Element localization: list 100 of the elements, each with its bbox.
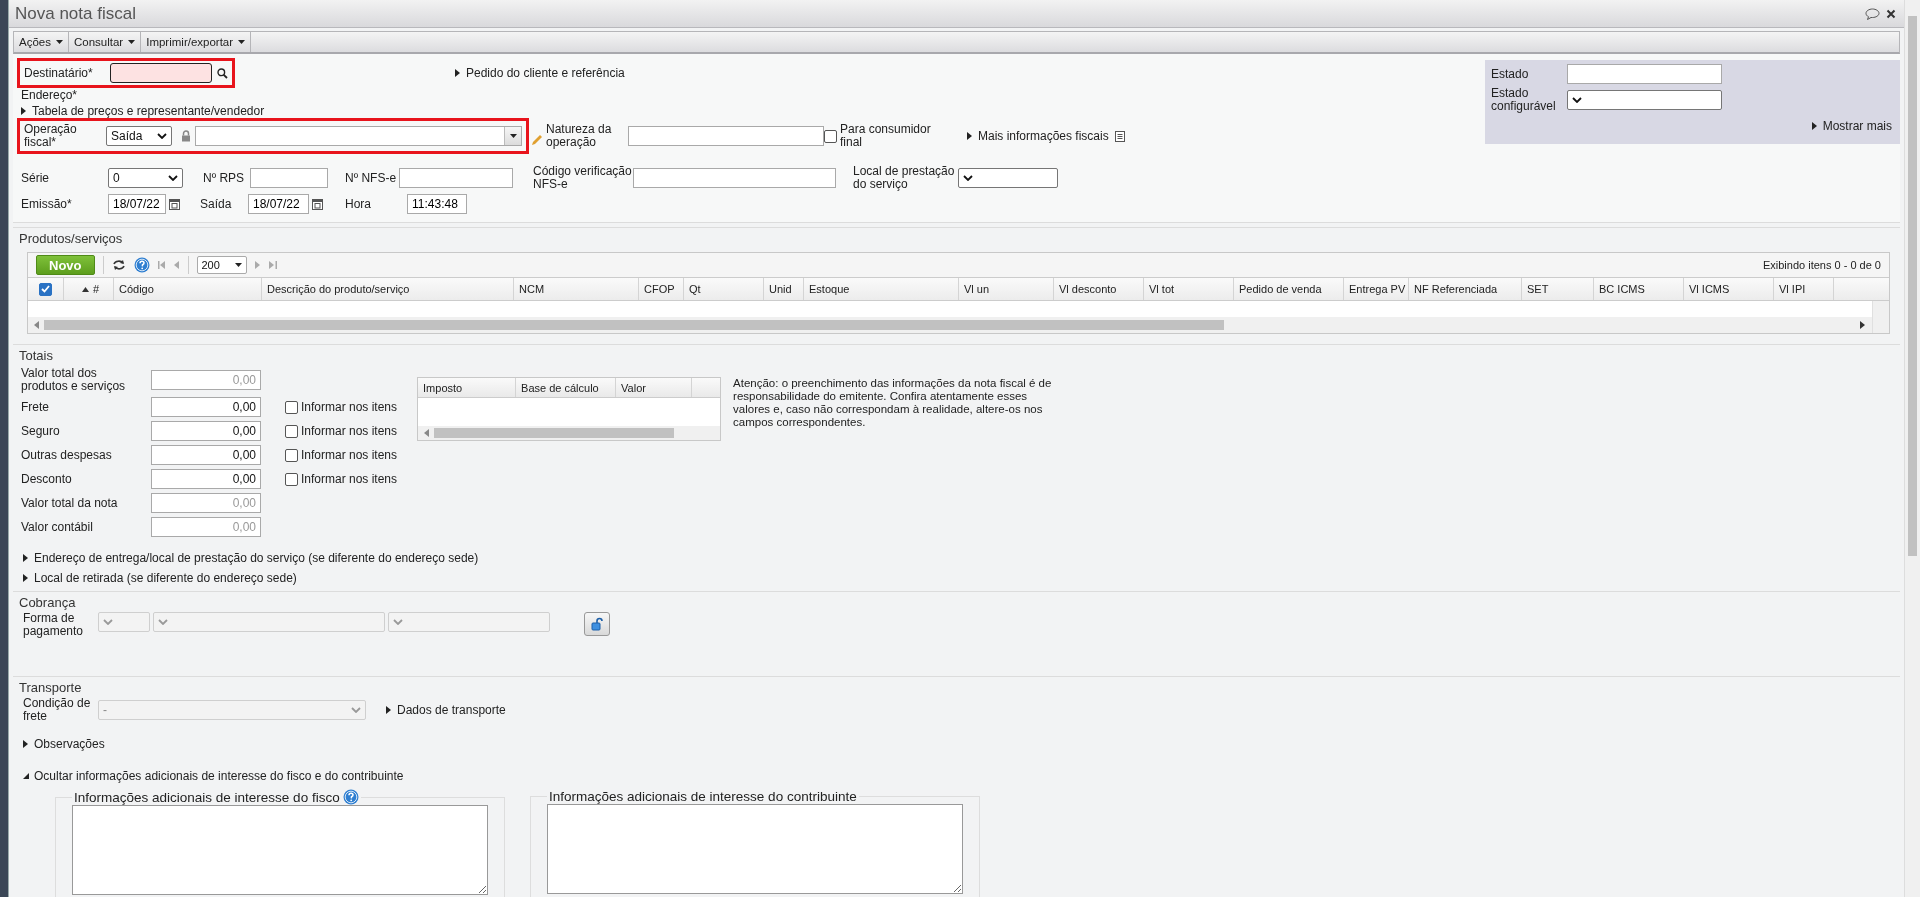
notice-text: Atenção: o preenchimento das informações da nota fiscal é de responsabilidade do emitente. Confira atentamente esses valores e, caso não correspondam à realidade, altere-os nos campos correspondentes. <box>733 377 1053 430</box>
collapsed-triangle-icon <box>23 574 29 582</box>
column-header[interactable]: Vl tot <box>1144 278 1234 300</box>
page-size-dropdown[interactable]: 200 <box>196 256 247 274</box>
checkbox[interactable] <box>285 400 298 414</box>
last-page-icon[interactable] <box>268 261 277 269</box>
checkbox[interactable] <box>285 424 298 438</box>
amount-field[interactable]: 0,00 <box>151 445 261 465</box>
checkbox[interactable] <box>824 129 837 143</box>
fieldset-title: Informações adicionais de interesse do fisco <box>74 789 340 805</box>
input-field[interactable] <box>1567 64 1722 84</box>
field-label: Desconto <box>21 472 73 486</box>
column-header[interactable]: Imposto <box>418 378 517 397</box>
help-icon[interactable] <box>133 257 150 273</box>
checkbox[interactable] <box>285 472 298 486</box>
field-label: Local de prestação do serviço <box>853 165 956 191</box>
scrollbar[interactable] <box>28 317 1872 333</box>
scrollbar[interactable] <box>1872 301 1889 333</box>
speech-bubble-icon[interactable] <box>1865 7 1880 20</box>
column-header[interactable]: CFOP <box>639 278 684 300</box>
field-label: Destinatário* <box>24 66 94 80</box>
column-header[interactable]: Qt <box>684 278 764 300</box>
date-field[interactable]: 18/07/22 <box>248 194 309 214</box>
input-field[interactable] <box>110 63 212 83</box>
pencil-icon[interactable] <box>531 134 543 146</box>
column-header[interactable]: Pedido de venda <box>1234 278 1344 300</box>
scroll-left-icon[interactable] <box>424 429 431 437</box>
menu-button[interactable]: Consultar <box>68 32 142 52</box>
menu-button[interactable]: Ações <box>14 32 69 52</box>
refresh-icon[interactable] <box>111 259 126 271</box>
column-header[interactable]: Base de cálculo <box>516 378 617 397</box>
amount-field[interactable]: 0,00 <box>151 469 261 489</box>
document-icon[interactable] <box>1114 130 1125 142</box>
field-label: Nº NFS-e <box>345 171 398 185</box>
column-header[interactable]: Vl desconto <box>1054 278 1144 300</box>
input-field[interactable] <box>250 168 328 188</box>
expand-link[interactable]: Observações <box>23 737 105 751</box>
time-field[interactable]: 11:43:48 <box>407 194 467 214</box>
section-title: Produtos/serviços <box>13 227 1900 248</box>
column-header[interactable]: SET <box>1522 278 1594 300</box>
scroll-left-icon[interactable] <box>34 321 40 329</box>
lock-icon <box>181 130 191 142</box>
amount-field[interactable]: 0,00 <box>151 421 261 441</box>
scrollbar[interactable] <box>1904 0 1920 897</box>
expand-link[interactable]: Mais informações fiscais <box>967 129 1109 143</box>
first-page-icon[interactable] <box>157 261 166 269</box>
text-area[interactable] <box>72 805 488 895</box>
checkbox-label: Informar nos itens <box>301 448 398 462</box>
next-page-icon[interactable] <box>254 261 261 269</box>
caret-icon <box>128 40 136 44</box>
column-header[interactable]: NCM <box>514 278 639 300</box>
scrollbar[interactable] <box>418 426 721 440</box>
column-header[interactable]: # <box>64 278 114 300</box>
column-header[interactable]: NF Referenciada <box>1409 278 1522 300</box>
collapsed-triangle-icon <box>386 706 392 714</box>
calendar-icon[interactable] <box>169 198 180 210</box>
scroll-right-icon[interactable] <box>1860 321 1866 329</box>
column-header[interactable]: Vl IPI <box>1774 278 1834 300</box>
column-header[interactable]: Entrega PV <box>1344 278 1409 300</box>
dropdown[interactable] <box>1567 90 1722 110</box>
caret-icon <box>55 40 63 44</box>
chevron-icon <box>103 619 113 625</box>
checkbox[interactable] <box>39 282 52 296</box>
expand-link[interactable]: Tabela de preços e representante/vendedor <box>21 103 265 118</box>
menu-button[interactable]: Imprimir/exportar <box>141 32 252 52</box>
close-icon[interactable] <box>1886 8 1896 19</box>
column-header[interactable]: BC ICMS <box>1594 278 1684 300</box>
column-header[interactable]: Valor <box>616 378 693 397</box>
amount-field[interactable]: 0,00 <box>151 397 261 417</box>
column-header[interactable]: Estoque <box>804 278 959 300</box>
column-header[interactable]: Vl un <box>959 278 1054 300</box>
input-field[interactable] <box>399 168 513 188</box>
section-title: Transporte <box>13 676 1900 697</box>
date-field[interactable]: 18/07/22 <box>108 194 166 214</box>
dropdown[interactable]: 0 <box>108 168 183 188</box>
column-header[interactable]: Vl ICMS <box>1684 278 1774 300</box>
dropdown[interactable]: Saída <box>106 126 172 146</box>
previous-page-icon[interactable] <box>173 261 180 269</box>
collapsed-triangle-icon <box>967 132 973 140</box>
expand-link[interactable]: Ocultar informações adicionais de interesse do fisco e do contribuinte <box>23 769 404 783</box>
column-header[interactable]: Código <box>114 278 262 300</box>
expand-link[interactable]: Mostrar mais <box>1811 119 1892 133</box>
text-area[interactable] <box>547 804 963 894</box>
dropdown[interactable] <box>195 126 522 146</box>
column-header[interactable]: Unid <box>764 278 804 300</box>
column-header[interactable]: Descrição do produto/serviço <box>262 278 514 300</box>
expand-link[interactable]: Pedido do cliente e referência <box>455 66 625 80</box>
chevron-icon <box>393 619 403 625</box>
section-title: Totais <box>13 344 1900 365</box>
expand-link[interactable]: Endereço de entrega/local de prestação do serviço (se diferente do endereço sede) <box>23 551 479 565</box>
expand-link[interactable]: Local de retirada (se diferente do endereço sede) <box>23 571 297 585</box>
search-icon[interactable] <box>217 67 228 79</box>
checkbox[interactable] <box>285 448 298 462</box>
input-field[interactable] <box>628 126 824 146</box>
dropdown[interactable] <box>958 168 1058 188</box>
input-field[interactable] <box>633 168 836 188</box>
help-icon[interactable] <box>342 789 359 805</box>
calendar-icon[interactable] <box>312 198 323 210</box>
expand-link[interactable]: Dados de transporte <box>386 703 506 717</box>
lock-button[interactable] <box>584 612 610 636</box>
